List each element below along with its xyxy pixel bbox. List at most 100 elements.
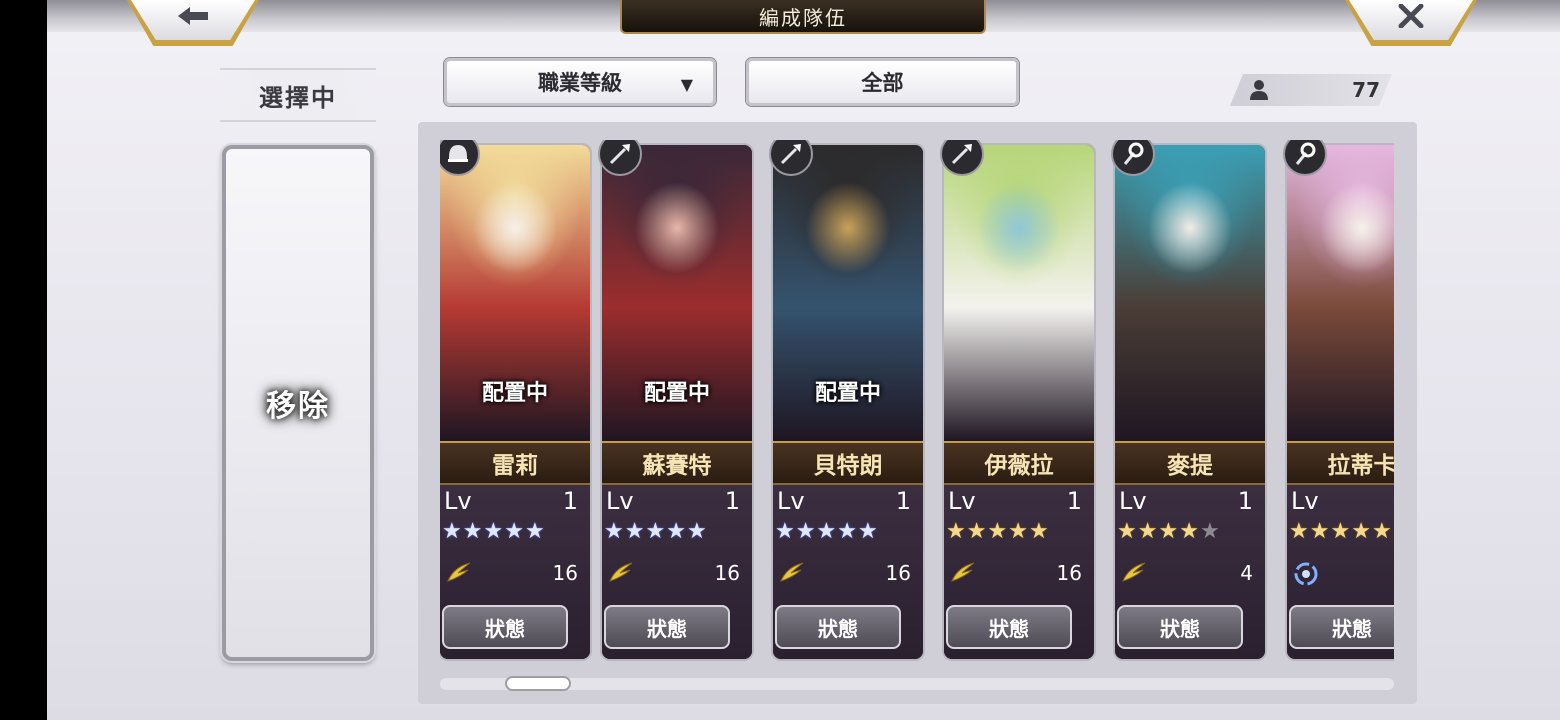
scroll-track[interactable] xyxy=(440,678,1394,690)
wind-icon xyxy=(1121,561,1147,587)
star-icon: ★ xyxy=(816,519,838,544)
unit-name: 蘇賽特 xyxy=(602,441,752,485)
person-icon xyxy=(1250,80,1268,100)
level-value: 1 xyxy=(1237,487,1253,515)
status-button[interactable]: 狀態 xyxy=(1117,605,1243,649)
level-label: Lv xyxy=(777,487,805,515)
level-label: Lv xyxy=(1291,487,1319,515)
status-button[interactable]: 狀態 xyxy=(1289,605,1394,649)
status-button[interactable]: 狀態 xyxy=(946,605,1072,649)
selected-label: 選擇中 xyxy=(220,68,376,122)
star-icon: ★ xyxy=(1028,519,1050,544)
unit-card[interactable]: 伊薇拉 Lv 1 ★★★★★ 16 狀態 xyxy=(944,145,1094,659)
star-icon: ★ xyxy=(604,519,625,544)
level-label: Lv xyxy=(1119,487,1147,515)
star-icon: ★ xyxy=(1137,519,1159,544)
close-x-icon xyxy=(1398,4,1424,28)
category-label: 全部 xyxy=(861,71,904,95)
star-icon: ★ xyxy=(1008,519,1029,544)
star-icon: ★ xyxy=(624,519,646,544)
scroll-thumb[interactable] xyxy=(505,676,571,691)
water-swirl-icon xyxy=(1293,561,1319,591)
unit-card[interactable]: 配置中 蘇賽特 Lv 1 ★★★★★ 16 狀態 xyxy=(602,145,752,659)
unit-name: 麥提 xyxy=(1115,441,1265,485)
star-icon: ★ xyxy=(837,519,858,544)
star-icon: ★ xyxy=(1371,519,1393,544)
unit-stats: Lv 1 ★★★★★ 16 狀態 xyxy=(602,485,752,659)
star-icon: ★ xyxy=(987,519,1009,544)
category-filter-button[interactable]: 全部 xyxy=(746,58,1019,106)
cost-value: 16 xyxy=(1056,561,1082,585)
star-icon: ★ xyxy=(1330,519,1352,544)
wind-icon xyxy=(608,561,634,587)
star-icon: ★ xyxy=(1199,519,1221,544)
rarity-stars: ★★★★★ xyxy=(442,519,546,544)
star-icon: ★ xyxy=(1289,519,1310,544)
sort-dropdown[interactable]: 職業等級 ▼ xyxy=(444,58,716,106)
level-label: Lv xyxy=(606,487,634,515)
unit-stats: Lv 1 ★★★★★ 16 狀態 xyxy=(440,485,590,659)
star-icon: ★ xyxy=(504,519,525,544)
unit-name: 伊薇拉 xyxy=(944,441,1094,485)
rarity-stars: ★★★★★ xyxy=(1289,519,1393,544)
rarity-stars: ★★★★★ xyxy=(775,519,879,544)
unit-name: 拉蒂卡 xyxy=(1287,441,1394,485)
star-icon: ★ xyxy=(946,519,967,544)
unit-card[interactable]: 拉蒂卡 Lv ★★★★★ 狀態 xyxy=(1287,145,1394,659)
star-icon: ★ xyxy=(775,519,796,544)
wind-icon xyxy=(446,561,472,587)
star-icon: ★ xyxy=(524,519,546,544)
rarity-stars: ★★★★★ xyxy=(946,519,1050,544)
level-value: 1 xyxy=(895,487,911,515)
star-icon: ★ xyxy=(966,519,988,544)
status-button[interactable]: 狀態 xyxy=(604,605,730,649)
rarity-stars: ★★★★★ xyxy=(1117,519,1221,544)
placed-label: 配置中 xyxy=(481,381,548,406)
level-label: Lv xyxy=(948,487,976,515)
unit-card-list[interactable]: 配置中 雷莉 Lv 1 ★★★★★ 16 狀態 配置中 蘇賽特 Lv 1 ★★★★★ 16 狀態 配置中 貝特… xyxy=(440,140,1394,664)
star-icon: ★ xyxy=(645,519,667,544)
unit-portrait xyxy=(1115,145,1265,441)
cost-value: 4 xyxy=(1240,561,1253,585)
placed-label: 配置中 xyxy=(814,381,881,406)
placed-label: 配置中 xyxy=(643,381,710,406)
unit-stats: Lv 1 ★★★★★ 16 狀態 xyxy=(773,485,923,659)
star-icon: ★ xyxy=(795,519,817,544)
unit-card[interactable]: 配置中貝特朗 Lv 1 ★★★★★ 16 狀態 xyxy=(773,145,923,659)
unit-count: 77 xyxy=(1352,78,1380,102)
sort-label: 職業等級 xyxy=(538,71,622,95)
level-value: 1 xyxy=(724,487,740,515)
level-value: 1 xyxy=(562,487,578,515)
status-button[interactable]: 狀態 xyxy=(775,605,901,649)
star-icon: ★ xyxy=(442,519,463,544)
star-icon: ★ xyxy=(1158,519,1180,544)
cost-value: 16 xyxy=(552,561,578,585)
party-formation-screen: 編成隊伍 選擇中 移除 職業等級 ▼ 全部 77 配置中 雷莉 Lv 1 ★★★★★ 16… xyxy=(47,0,1560,720)
star-icon: ★ xyxy=(686,519,708,544)
star-icon: ★ xyxy=(1179,519,1200,544)
status-button[interactable]: 狀態 xyxy=(442,605,568,649)
screen-title: 編成隊伍 xyxy=(620,0,986,34)
unit-stats: Lv 1 ★★★★★ 4 狀態 xyxy=(1115,485,1265,659)
star-icon: ★ xyxy=(1117,519,1138,544)
back-arrow-icon xyxy=(178,7,208,25)
remove-label: 移除 xyxy=(266,389,330,424)
unit-stats: Lv 1 ★★★★★ 16 狀態 xyxy=(944,485,1094,659)
unit-portrait xyxy=(1287,145,1394,441)
dropdown-triangle-icon: ▼ xyxy=(680,75,693,94)
unit-card[interactable]: 麥提 Lv 1 ★★★★★ 4 狀態 xyxy=(1115,145,1265,659)
remove-button[interactable]: 移除 xyxy=(222,145,374,661)
unit-name: 貝特朗 xyxy=(773,441,923,485)
unit-portrait xyxy=(944,145,1094,441)
cost-value: 16 xyxy=(714,561,740,585)
level-label: Lv xyxy=(444,487,472,515)
cost-value: 16 xyxy=(885,561,911,585)
unit-card[interactable]: 配置中雷莉 Lv 1 ★★★★★ 16 狀態 xyxy=(440,145,590,659)
wind-icon xyxy=(779,561,805,587)
unit-name: 雷莉 xyxy=(440,441,590,485)
star-icon: ★ xyxy=(1351,519,1372,544)
star-icon: ★ xyxy=(483,519,505,544)
star-icon: ★ xyxy=(666,519,687,544)
rarity-stars: ★★★★★ xyxy=(604,519,708,544)
unit-stats: Lv ★★★★★ 狀態 xyxy=(1287,485,1394,659)
